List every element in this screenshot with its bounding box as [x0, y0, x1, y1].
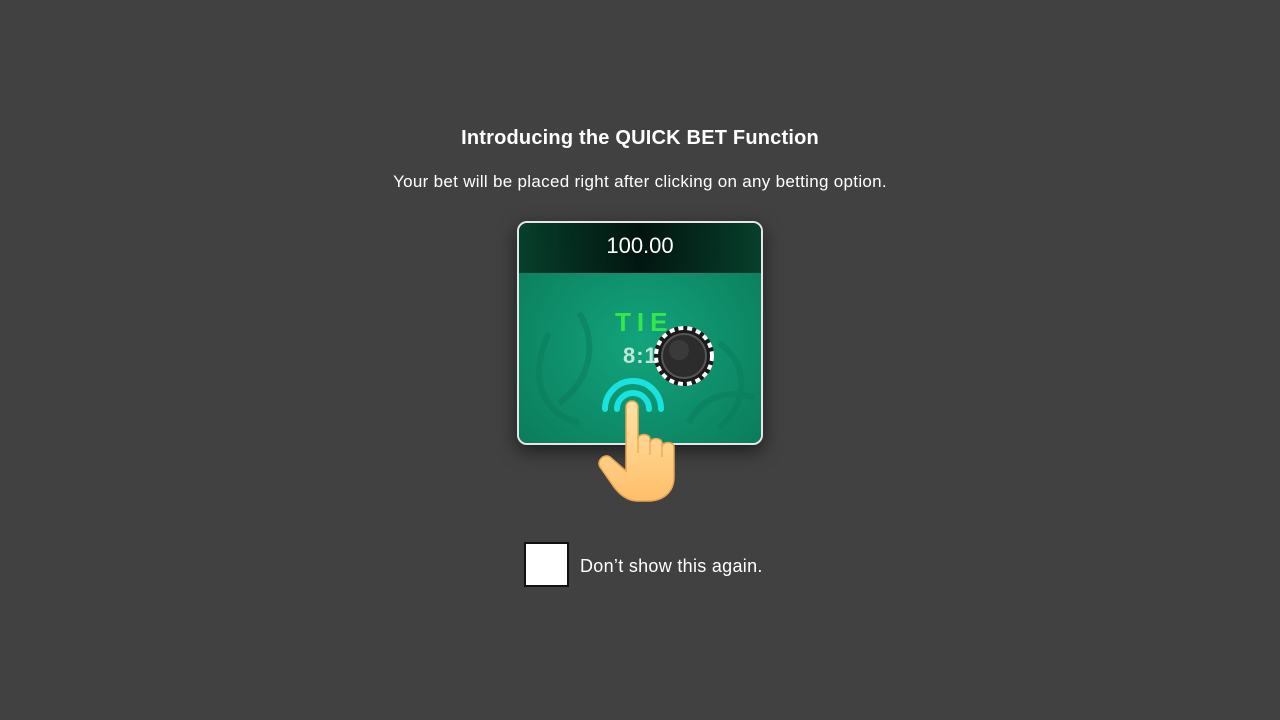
dont-show-again-label[interactable]: Don’t show this again. — [580, 556, 763, 577]
quick-bet-intro-overlay: Introducing the QUICK BET Function Your … — [0, 0, 1280, 720]
dont-show-again-checkbox[interactable] — [524, 542, 569, 587]
pointing-hand-icon — [598, 400, 675, 502]
dialog-title: Introducing the QUICK BET Function — [461, 127, 819, 149]
tie-bet-label: TIE — [615, 307, 674, 337]
dialog-description: Your bet will be placed right after clic… — [393, 172, 887, 191]
bet-amount: 100.00 — [606, 233, 674, 258]
tie-odds-label: 8:1 — [623, 343, 658, 368]
